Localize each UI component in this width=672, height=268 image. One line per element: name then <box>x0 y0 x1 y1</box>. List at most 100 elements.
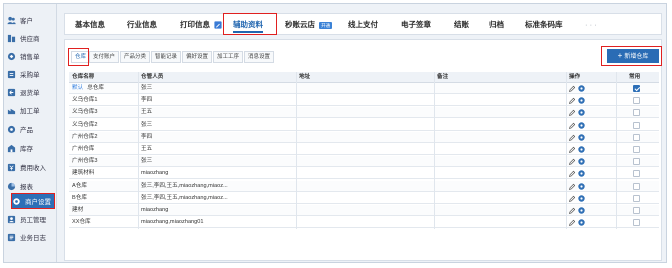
table-row[interactable]: XX仓库 miaozhang,miaozhang01 <box>69 217 659 229</box>
tab-online-pay[interactable]: 线上支付 <box>348 14 378 35</box>
tab-archive[interactable]: 归档 <box>489 14 504 35</box>
gear-icon[interactable] <box>578 158 585 165</box>
sidebar-item-product[interactable]: 产品 <box>7 121 54 137</box>
cell-staff: 张三,李四,王五,miaozhang,miaoz... <box>141 194 228 201</box>
cell-name: 广州仓库3 <box>72 156 98 167</box>
sidebar-item-sales[interactable]: 销售单 <box>7 48 54 64</box>
edit-pen-icon[interactable] <box>569 97 575 105</box>
gear-icon[interactable] <box>578 182 585 190</box>
edit-pen-icon[interactable] <box>569 207 575 214</box>
edit-pen-icon[interactable] <box>569 109 575 117</box>
sidebar-item-merchant-settings[interactable]: 商户设置 <box>11 193 55 209</box>
sidebar-item-purchase[interactable]: 采购单 <box>7 66 54 82</box>
table-row[interactable]: 建筑材料 miaozhang <box>69 168 659 180</box>
common-checkbox[interactable] <box>633 182 640 190</box>
edit-pen-icon[interactable] <box>569 183 575 190</box>
table-row[interactable]: 广州仓库2 李四 <box>69 131 659 143</box>
edit-pen-icon[interactable] <box>569 195 575 202</box>
common-checkbox[interactable] <box>633 109 640 117</box>
tab-settle[interactable]: 结账 <box>454 14 469 35</box>
table-row[interactable]: 建材 miaozhang <box>69 205 659 216</box>
gear-icon[interactable] <box>578 195 585 202</box>
table-row[interactable]: 默认 总仓库 张三 <box>69 83 659 94</box>
tab-more[interactable]: · · · <box>585 14 597 35</box>
warehouse-name: 义乌仓库2 <box>72 121 98 128</box>
tab-basic-info[interactable]: 基本信息 <box>75 14 105 35</box>
gear-icon[interactable] <box>578 170 585 178</box>
warehouse-name: 广州仓库 <box>72 146 95 152</box>
stock-icon <box>7 144 16 152</box>
sidebar-item-process[interactable]: 加工单 <box>7 102 54 118</box>
expense-icon <box>7 163 16 171</box>
gear-icon[interactable] <box>578 121 585 129</box>
gear-icon[interactable] <box>578 85 585 92</box>
table-row[interactable]: B仓库 张三,李四,王五,miaozhang,miaoz... <box>69 193 659 204</box>
sidebar-item-customer[interactable]: 客户 <box>7 12 54 28</box>
tab-cloud-shop[interactable]: 秒账云店 开通 <box>285 14 333 35</box>
sidebar-item-staff[interactable]: 员工管理 <box>7 211 54 227</box>
warehouse-name: B仓库 <box>72 194 87 201</box>
gear-icon[interactable] <box>578 146 585 153</box>
edit-pen-icon[interactable] <box>569 85 575 92</box>
sidebar-item-supplier[interactable]: 供应商 <box>7 30 54 46</box>
common-checkbox[interactable] <box>633 85 640 92</box>
cell-name: 建筑材料 <box>72 168 94 179</box>
tab-e-seal[interactable]: 电子签章 <box>401 14 431 35</box>
table-row[interactable]: 义乌仓库3 王五 <box>69 107 659 119</box>
header-common: 常用 <box>629 74 641 80</box>
purchase-icon <box>7 70 16 78</box>
subtab-product-category[interactable]: 产品分类 <box>120 51 151 63</box>
column-divider <box>138 72 139 230</box>
tab-label: 秒账云店 <box>285 20 315 29</box>
cell-staff: miaozhang <box>141 170 169 177</box>
warehouse-name: 广州仓库3 <box>72 158 98 165</box>
common-checkbox[interactable] <box>633 97 640 105</box>
subtab-process-steps[interactable]: 加工工序 <box>213 51 244 63</box>
sidebar-item-log[interactable]: 业务日志 <box>7 229 54 245</box>
subtab-message-settings[interactable]: 消息设置 <box>244 51 275 63</box>
edit-pen-icon[interactable] <box>569 134 575 141</box>
sidebar-item-expense[interactable]: 费用收入 <box>7 159 54 175</box>
common-checkbox[interactable] <box>633 170 640 178</box>
status-badge: 开通 <box>319 21 333 29</box>
gear-icon[interactable] <box>578 207 585 214</box>
subtab-pay-account[interactable]: 支付账户 <box>89 51 120 63</box>
gear-icon[interactable] <box>578 109 585 117</box>
edit-pen-icon[interactable] <box>569 170 575 178</box>
sidebar-item-label: 产品 <box>20 127 33 134</box>
common-checkbox[interactable] <box>633 121 640 129</box>
cell-staff: 张三 <box>141 85 153 91</box>
subtab-preferences[interactable]: 偏好设置 <box>182 51 213 63</box>
subtab-smart-record[interactable]: 智能记录 <box>151 51 182 63</box>
cell-name: B仓库 <box>72 193 87 204</box>
sidebar-item-return[interactable]: 退货单 <box>7 84 54 100</box>
edit-pen-icon[interactable] <box>569 219 575 227</box>
gear-icon[interactable] <box>578 97 585 104</box>
tab-barcode-lib[interactable]: 标准条码库 <box>525 14 563 35</box>
tab-industry-info[interactable]: 行业信息 <box>127 14 157 35</box>
common-checkbox[interactable] <box>633 194 640 202</box>
common-checkbox[interactable] <box>633 146 640 153</box>
gear-icon[interactable] <box>578 219 585 226</box>
common-checkbox[interactable] <box>633 207 640 214</box>
gear-icon[interactable] <box>578 134 585 141</box>
edit-pen-icon[interactable] <box>569 122 575 129</box>
sidebar-item-stock[interactable]: 库存 <box>7 140 54 156</box>
warehouse-name: 义乌仓库1 <box>72 97 98 104</box>
highlight-box <box>223 13 277 35</box>
common-checkbox[interactable] <box>633 219 640 227</box>
edit-pen-icon[interactable] <box>569 146 575 153</box>
sidebar-item-report[interactable]: 报表 <box>7 178 54 194</box>
warehouse-name: 义乌仓库3 <box>72 109 98 116</box>
table-row[interactable]: 义乌仓库2 张三 <box>69 120 659 131</box>
common-checkbox[interactable] <box>633 158 640 166</box>
table-row[interactable]: 广州仓库 王五 <box>69 144 659 155</box>
tab-print-info[interactable]: 打印信息 <box>180 14 222 35</box>
common-checkbox[interactable] <box>633 133 640 141</box>
edit-pen-icon[interactable] <box>569 158 575 166</box>
table-row[interactable]: A仓库 张三,李四,王五,miaozhang,miaoz... <box>69 180 659 192</box>
table-row[interactable]: 义乌仓库1 李四 <box>69 95 659 107</box>
header-remark: 备注 <box>437 74 449 80</box>
table-row[interactable]: 广州仓库3 张三 <box>69 156 659 168</box>
sidebar-item-label: 销售单 <box>20 54 40 61</box>
